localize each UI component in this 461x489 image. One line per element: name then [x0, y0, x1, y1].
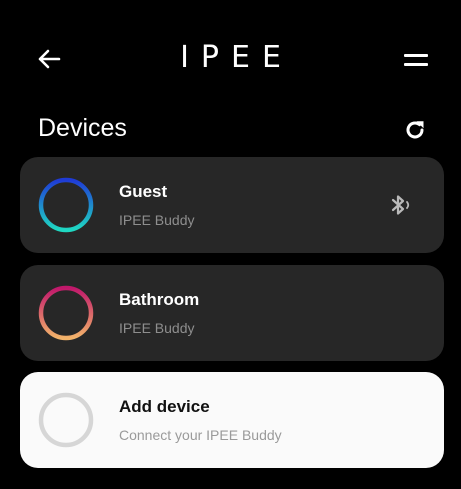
device-ring-icon [38, 285, 94, 341]
add-device-card[interactable]: Add device Connect your IPEE Buddy [20, 372, 444, 468]
brand-logo: IPEE [180, 40, 293, 75]
device-type: IPEE Buddy [119, 212, 195, 228]
refresh-icon [406, 121, 424, 139]
add-device-title: Add device [119, 397, 210, 416]
device-ring-icon [38, 177, 94, 233]
devices-heading: Devices [38, 114, 127, 142]
header: IPEE [4, 4, 457, 114]
add-device-ring-icon [38, 392, 94, 448]
app-screen: IPEE Devices Guest IPEE Buddy Bathroom I… [4, 4, 457, 485]
menu-button[interactable] [401, 46, 431, 74]
device-type: IPEE Buddy [119, 320, 195, 336]
refresh-button[interactable] [401, 116, 429, 144]
add-device-subtitle: Connect your IPEE Buddy [119, 427, 282, 443]
device-name: Bathroom [119, 290, 200, 309]
menu-equals-icon [404, 54, 428, 66]
device-card-bathroom[interactable]: Bathroom IPEE Buddy [20, 265, 444, 361]
device-card-guest[interactable]: Guest IPEE Buddy [20, 157, 444, 253]
device-name: Guest [119, 182, 168, 201]
bluetooth-connected-icon [391, 195, 410, 215]
